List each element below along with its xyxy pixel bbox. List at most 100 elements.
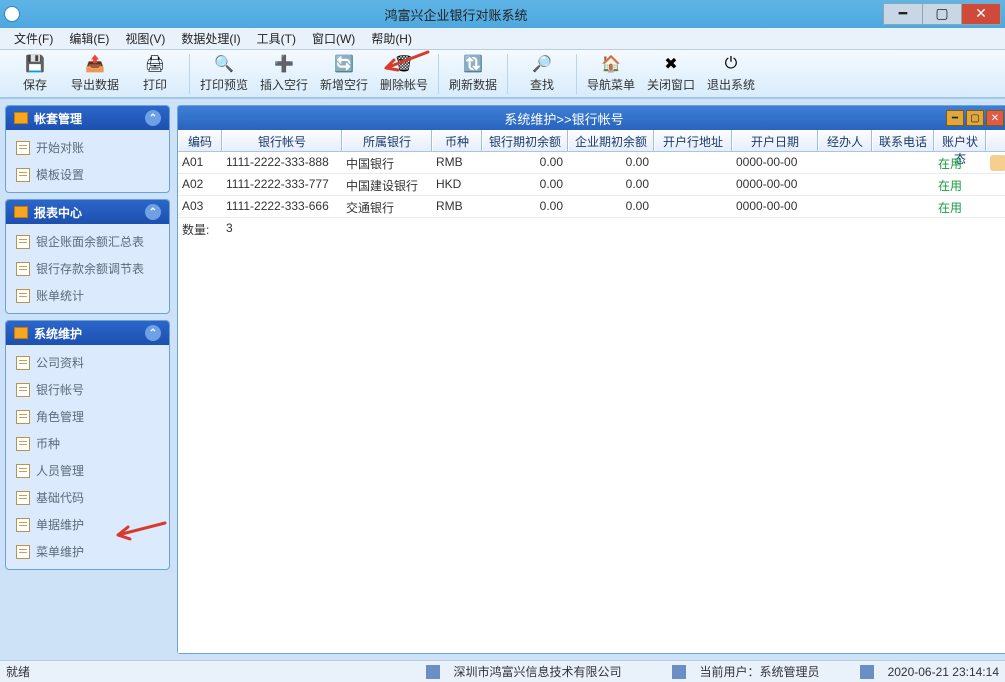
count-row: 数量:3 [178, 218, 1005, 240]
nav-item-label: 公司资料 [36, 354, 84, 371]
toolbar-button-保存[interactable]: 💾保存 [6, 52, 64, 96]
toolbar-label: 保存 [23, 76, 47, 93]
doc-titlebar: 系统维护>>银行帐号 ━ ▢ ✕ [178, 106, 1005, 130]
close-button[interactable]: ✕ [961, 3, 1001, 25]
nav-item-label: 角色管理 [36, 408, 84, 425]
document-icon [16, 437, 30, 451]
table-cell: 0.00 [568, 174, 654, 195]
nav-item-银行帐号[interactable]: 银行帐号 [8, 376, 167, 403]
nav-item-银企账面余额汇总表[interactable]: 银企账面余额汇总表 [8, 228, 167, 255]
table-cell [872, 174, 934, 195]
doc-close-button[interactable]: ✕ [986, 110, 1004, 126]
table-cell: 1111-2222-333-888 [222, 152, 342, 173]
column-header[interactable]: 编码 [178, 130, 222, 151]
toolbar: 💾保存📤导出数据🖨打印🔍打印预览➕插入空行🔄新增空行🗑删除帐号🔃刷新数据🔎查找🏠… [0, 50, 1005, 98]
table-cell: 0000-00-00 [732, 196, 818, 217]
toolbar-button-关闭窗口[interactable]: ✖关闭窗口 [642, 52, 700, 96]
column-header[interactable]: 所属银行 [342, 130, 432, 151]
table-cell: 中国建设银行 [342, 174, 432, 195]
column-header[interactable]: 开户日期 [732, 130, 818, 151]
column-header[interactable]: 企业期初余额 [568, 130, 654, 151]
document-icon [16, 289, 30, 303]
document-icon [16, 491, 30, 505]
table-cell: RMB [432, 196, 482, 217]
collapse-icon[interactable]: ⌃ [145, 325, 161, 341]
nav-item-账单统计[interactable]: 账单统计 [8, 282, 167, 309]
column-header[interactable]: 银行帐号 [222, 130, 342, 151]
document-icon [16, 383, 30, 397]
doc-minimize-button[interactable]: ━ [946, 110, 964, 126]
column-header[interactable]: 账户状态 [934, 130, 986, 151]
table-row[interactable]: A021111-2222-333-777中国建设银行HKD0.000.00000… [178, 174, 1005, 196]
menu-item[interactable]: 文件(F) [6, 28, 61, 49]
collapse-icon[interactable]: ⌃ [145, 110, 161, 126]
document-icon [16, 410, 30, 424]
data-grid[interactable]: 编码银行帐号所属银行币种银行期初余额企业期初余额开户行地址开户日期经办人联系电话… [178, 130, 1005, 653]
panel-header-sys[interactable]: 系统维护 ⌃ [6, 321, 169, 345]
nav-item-菜单维护[interactable]: 菜单维护 [8, 538, 167, 565]
document-window: 系统维护>>银行帐号 ━ ▢ ✕ 编码银行帐号所属银行币种银行期初余额企业期初余… [177, 105, 1005, 654]
maximize-button[interactable]: ▢ [922, 3, 962, 25]
status-company: 深圳市鸿富兴信息技术有限公司 [454, 663, 622, 680]
column-header[interactable]: 联系电话 [872, 130, 934, 151]
user-icon[interactable] [990, 155, 1005, 171]
nav-item-人员管理[interactable]: 人员管理 [8, 457, 167, 484]
nav-item-币种[interactable]: 币种 [8, 430, 167, 457]
toolbar-icon: ➕ [274, 54, 294, 74]
nav-item-基础代码[interactable]: 基础代码 [8, 484, 167, 511]
toolbar-button-导出数据[interactable]: 📤导出数据 [66, 52, 124, 96]
table-row[interactable]: A031111-2222-333-666交通银行RMB0.000.000000-… [178, 196, 1005, 218]
table-cell: A01 [178, 152, 222, 173]
menu-item[interactable]: 窗口(W) [304, 28, 363, 49]
column-header[interactable]: 币种 [432, 130, 482, 151]
collapse-icon[interactable]: ⌃ [145, 204, 161, 220]
toolbar-button-导航菜单[interactable]: 🏠导航菜单 [582, 52, 640, 96]
toolbar-button-新增空行[interactable]: 🔄新增空行 [315, 52, 373, 96]
column-header[interactable]: 经办人 [818, 130, 872, 151]
nav-item-公司资料[interactable]: 公司资料 [8, 349, 167, 376]
nav-item-label: 人员管理 [36, 462, 84, 479]
column-header[interactable]: 银行期初余额 [482, 130, 568, 151]
table-cell [872, 152, 934, 173]
doc-maximize-button[interactable]: ▢ [966, 110, 984, 126]
count-label: 数量: [178, 218, 222, 240]
table-cell [654, 152, 732, 173]
table-cell [872, 196, 934, 217]
table-cell: 在用 [934, 174, 986, 195]
panel-header-account[interactable]: 帐套管理 ⌃ [6, 106, 169, 130]
menu-item[interactable]: 视图(V) [117, 28, 173, 49]
menu-item[interactable]: 帮助(H) [363, 28, 420, 49]
menu-item[interactable]: 编辑(E) [61, 28, 117, 49]
nav-item-单据维护[interactable]: 单据维护 [8, 511, 167, 538]
panel-header-report[interactable]: 报表中心 ⌃ [6, 200, 169, 224]
nav-item-label: 账单统计 [36, 287, 84, 304]
table-cell: A03 [178, 196, 222, 217]
document-icon [16, 168, 30, 182]
panel-title: 帐套管理 [34, 110, 82, 127]
nav-item-开始对账[interactable]: 开始对账 [8, 134, 167, 161]
table-cell: HKD [432, 174, 482, 195]
nav-item-银行存款余额调节表[interactable]: 银行存款余额调节表 [8, 255, 167, 282]
grid-icon [14, 206, 28, 218]
column-header[interactable] [986, 130, 1005, 151]
toolbar-label: 导出数据 [71, 76, 119, 93]
nav-item-模板设置[interactable]: 模板设置 [8, 161, 167, 188]
toolbar-button-刷新数据[interactable]: 🔃刷新数据 [444, 52, 502, 96]
menu-item[interactable]: 数据处理(I) [173, 28, 248, 49]
toolbar-button-退出系统[interactable]: ⏻退出系统 [702, 52, 760, 96]
nav-item-label: 菜单维护 [36, 543, 84, 560]
toolbar-button-打印[interactable]: 🖨打印 [126, 52, 184, 96]
table-cell: 0000-00-00 [732, 152, 818, 173]
minimize-button[interactable]: ━ [883, 3, 923, 25]
toolbar-button-插入空行[interactable]: ➕插入空行 [255, 52, 313, 96]
document-icon [16, 235, 30, 249]
table-row[interactable]: A011111-2222-333-888中国银行RMB0.000.000000-… [178, 152, 1005, 174]
menu-item[interactable]: 工具(T) [249, 28, 304, 49]
nav-item-角色管理[interactable]: 角色管理 [8, 403, 167, 430]
toolbar-button-打印预览[interactable]: 🔍打印预览 [195, 52, 253, 96]
column-header[interactable]: 开户行地址 [654, 130, 732, 151]
toolbar-button-删除帐号[interactable]: 🗑删除帐号 [375, 52, 433, 96]
toolbar-button-查找[interactable]: 🔎查找 [513, 52, 571, 96]
toolbar-icon: 🔍 [214, 54, 234, 74]
toolbar-icon: 🗑 [394, 54, 414, 74]
